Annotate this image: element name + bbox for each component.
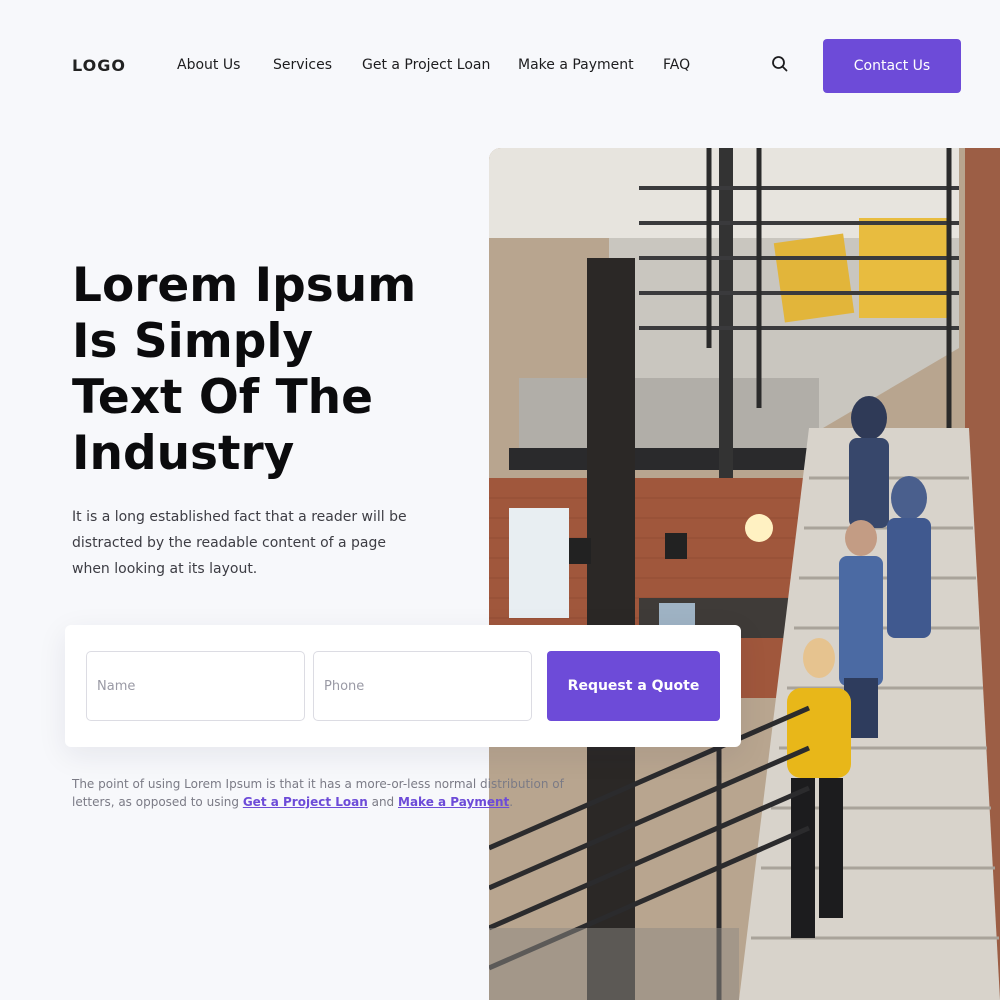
logo[interactable]: LOGO [72,56,126,75]
hero-title: Lorem Ipsum Is Simply Text Of The Indust… [72,258,472,482]
nav-about-us[interactable]: About Us [177,57,240,73]
footnote-text: . [509,795,514,809]
phone-input[interactable] [313,651,532,721]
make-payment-link[interactable]: Make a Payment [398,795,509,809]
nav-services[interactable]: Services [273,57,332,73]
request-quote-button[interactable]: Request a Quote [547,651,720,721]
nav-faq[interactable]: FAQ [663,57,690,73]
hero-title-line: Is Simply [72,314,314,369]
landing-page: LOGO About Us Services Get a Project Loa… [0,0,1000,1000]
name-input[interactable] [86,651,305,721]
contact-us-button[interactable]: Contact Us [823,39,961,93]
hero-description: It is a long established fact that a rea… [72,509,407,577]
footnote-text: and [367,795,398,809]
quote-form: Request a Quote [65,625,741,747]
nav-make-payment[interactable]: Make a Payment [518,57,634,73]
hero-image [489,148,1000,1000]
hero-title-line: Industry [72,426,295,481]
nav-get-project-loan[interactable]: Get a Project Loan [362,57,490,73]
get-project-loan-link[interactable]: Get a Project Loan [243,795,368,809]
hero-title-line: Text Of The [72,370,374,425]
hero-title-line: Lorem Ipsum [72,258,417,313]
footnote: The point of using Lorem Ipsum is that i… [72,775,592,811]
search-icon[interactable] [771,55,789,73]
